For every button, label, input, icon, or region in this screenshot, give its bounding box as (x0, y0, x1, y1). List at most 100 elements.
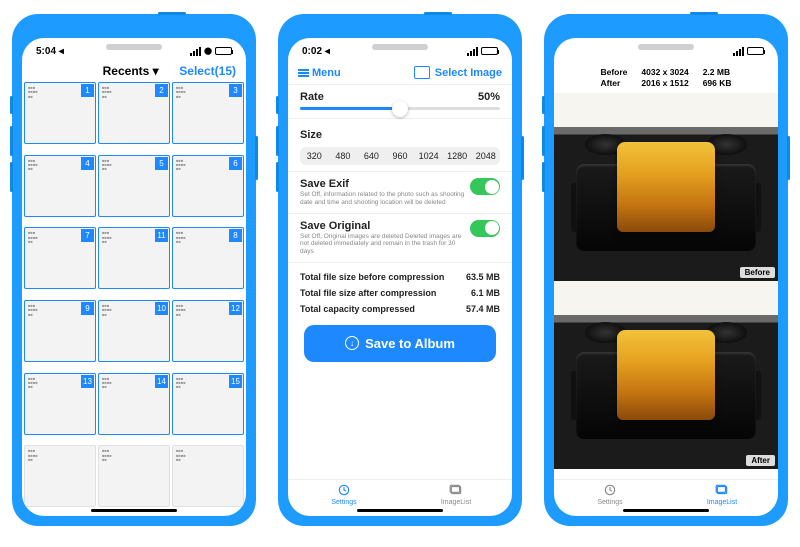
signal-icon (190, 47, 201, 56)
before-image: Before (554, 93, 778, 281)
select-image-icon (416, 68, 430, 79)
selection-badge: 13 (81, 375, 94, 388)
photo-thumb[interactable]: 8■■■■■■■■■ (172, 227, 244, 289)
hamburger-icon (298, 69, 309, 77)
photo-thumb[interactable]: 7■■■■■■■■■ (24, 227, 96, 289)
photo-thumb[interactable]: 6■■■■■■■■■ (172, 155, 244, 217)
signal-icon (467, 47, 478, 56)
selection-badge: 4 (81, 157, 94, 170)
battery-icon (747, 47, 764, 55)
time-label: 5:04 ◂ (36, 46, 64, 57)
tab-imagelist[interactable]: ImageList (400, 483, 512, 506)
selection-badge: 5 (155, 157, 168, 170)
photo-thumb[interactable]: 5■■■■■■■■■ (98, 155, 170, 217)
stat-after-label: Total file size after compression (300, 288, 436, 298)
signal-icon (733, 47, 744, 56)
photo-thumb[interactable]: 11■■■■■■■■■ (98, 227, 170, 289)
save-original-toggle[interactable] (470, 220, 500, 237)
stat-capacity-value: 57.4 MB (466, 304, 500, 314)
photo-thumb[interactable]: 4■■■■■■■■■ (24, 155, 96, 217)
photo-thumb[interactable]: ■■■■■■■■■ (98, 445, 170, 507)
phone-frame-grid: 5:04 ◂ ⬤ Recents ▾ Select(15) 1■■■■■■■■■… (12, 14, 256, 526)
size-option[interactable]: 480 (329, 147, 358, 165)
size-label: Size (300, 129, 322, 141)
size-option[interactable]: 960 (386, 147, 415, 165)
photo-thumb[interactable]: ■■■■■■■■■ (24, 445, 96, 507)
after-tag: After (746, 455, 775, 466)
home-indicator (623, 509, 709, 512)
imagelist-icon (714, 483, 730, 497)
save-to-album-button[interactable]: Save to Album (304, 325, 496, 362)
selection-badge: 1 (81, 84, 94, 97)
selection-badge: 2 (155, 84, 168, 97)
save-exif-desc: Set Off, information related to the phot… (300, 191, 470, 207)
selection-badge: 14 (155, 375, 168, 388)
rate-slider[interactable] (300, 107, 500, 110)
photo-thumb[interactable]: 15■■■■■■■■■ (172, 373, 244, 435)
size-option[interactable]: 2048 (471, 147, 500, 165)
tab-settings[interactable]: Settings (288, 483, 400, 506)
time-label: 0:02 ◂ (302, 46, 330, 57)
photo-thumb[interactable]: 12■■■■■■■■■ (172, 300, 244, 362)
home-indicator (91, 509, 177, 512)
before-tag: Before (740, 267, 775, 278)
battery-icon (481, 47, 498, 55)
rate-value: 50% (478, 91, 500, 103)
tab-settings-label: Settings (331, 499, 356, 506)
selection-badge: 6 (229, 157, 242, 170)
selection-badge: 8 (229, 229, 242, 242)
imagelist-icon (448, 483, 464, 497)
size-segmented[interactable]: 320480640960102412802048 (300, 147, 500, 165)
size-option[interactable]: 320 (300, 147, 329, 165)
settings-icon (602, 483, 618, 497)
photo-thumb[interactable]: 2■■■■■■■■■ (98, 82, 170, 144)
tab-imagelist-label: ImageList (707, 499, 737, 506)
photo-thumb[interactable]: 1■■■■■■■■■ (24, 82, 96, 144)
after-dim: 2016 x 1512 (641, 78, 688, 88)
stat-capacity-label: Total capacity compressed (300, 304, 415, 314)
save-original-label: Save Original (300, 220, 470, 232)
stat-before-label: Total file size before compression (300, 272, 444, 282)
tab-imagelist[interactable]: ImageList (666, 483, 778, 506)
select-image-label: Select Image (435, 67, 502, 79)
size-option[interactable]: 1280 (443, 147, 472, 165)
save-exif-toggle[interactable] (470, 178, 500, 195)
size-option[interactable]: 640 (357, 147, 386, 165)
before-dim: 4032 x 3024 (641, 67, 688, 77)
album-title[interactable]: Recents ▾ (82, 64, 179, 78)
save-original-desc: Set Off, Original images are deleted Del… (300, 233, 470, 256)
settings-icon (336, 483, 352, 497)
select-image-button[interactable]: Select Image (416, 67, 502, 79)
compare-info: Before After 4032 x 3024 2016 x 1512 2.2… (554, 62, 778, 93)
download-icon (345, 336, 359, 350)
photo-thumb[interactable]: 9■■■■■■■■■ (24, 300, 96, 362)
after-size: 696 KB (703, 78, 732, 88)
stat-before-value: 63.5 MB (466, 272, 500, 282)
selection-badge: 3 (229, 84, 242, 97)
photo-thumb[interactable]: ■■■■■■■■■ (172, 445, 244, 507)
save-exif-label: Save Exif (300, 178, 470, 190)
wifi-icon: ⬤ (204, 47, 212, 55)
photo-grid: 1■■■■■■■■■2■■■■■■■■■3■■■■■■■■■4■■■■■■■■■… (22, 82, 246, 516)
menu-label: Menu (312, 67, 341, 79)
photo-thumb[interactable]: 3■■■■■■■■■ (172, 82, 244, 144)
selection-badge: 7 (81, 229, 94, 242)
menu-button[interactable]: Menu (298, 67, 341, 79)
selection-badge: 15 (229, 375, 242, 388)
photo-thumb[interactable]: 14■■■■■■■■■ (98, 373, 170, 435)
tab-imagelist-label: ImageList (441, 499, 471, 506)
select-count-button[interactable]: Select(15) (179, 64, 236, 78)
selection-badge: 9 (81, 302, 94, 315)
phone-frame-settings: 0:02 ◂ Menu Select Image Rate 50% (278, 14, 522, 526)
selection-badge: 12 (229, 302, 242, 315)
photo-thumb[interactable]: 10■■■■■■■■■ (98, 300, 170, 362)
rate-label: Rate (300, 91, 324, 103)
photo-thumb[interactable]: 13■■■■■■■■■ (24, 373, 96, 435)
save-to-album-label: Save to Album (365, 336, 455, 351)
battery-icon (215, 47, 232, 55)
size-option[interactable]: 1024 (414, 147, 443, 165)
tab-settings[interactable]: Settings (554, 483, 666, 506)
after-label: After (600, 78, 627, 88)
selection-badge: 10 (155, 302, 168, 315)
phone-frame-compare: Before After 4032 x 3024 2016 x 1512 2.2… (544, 14, 788, 526)
